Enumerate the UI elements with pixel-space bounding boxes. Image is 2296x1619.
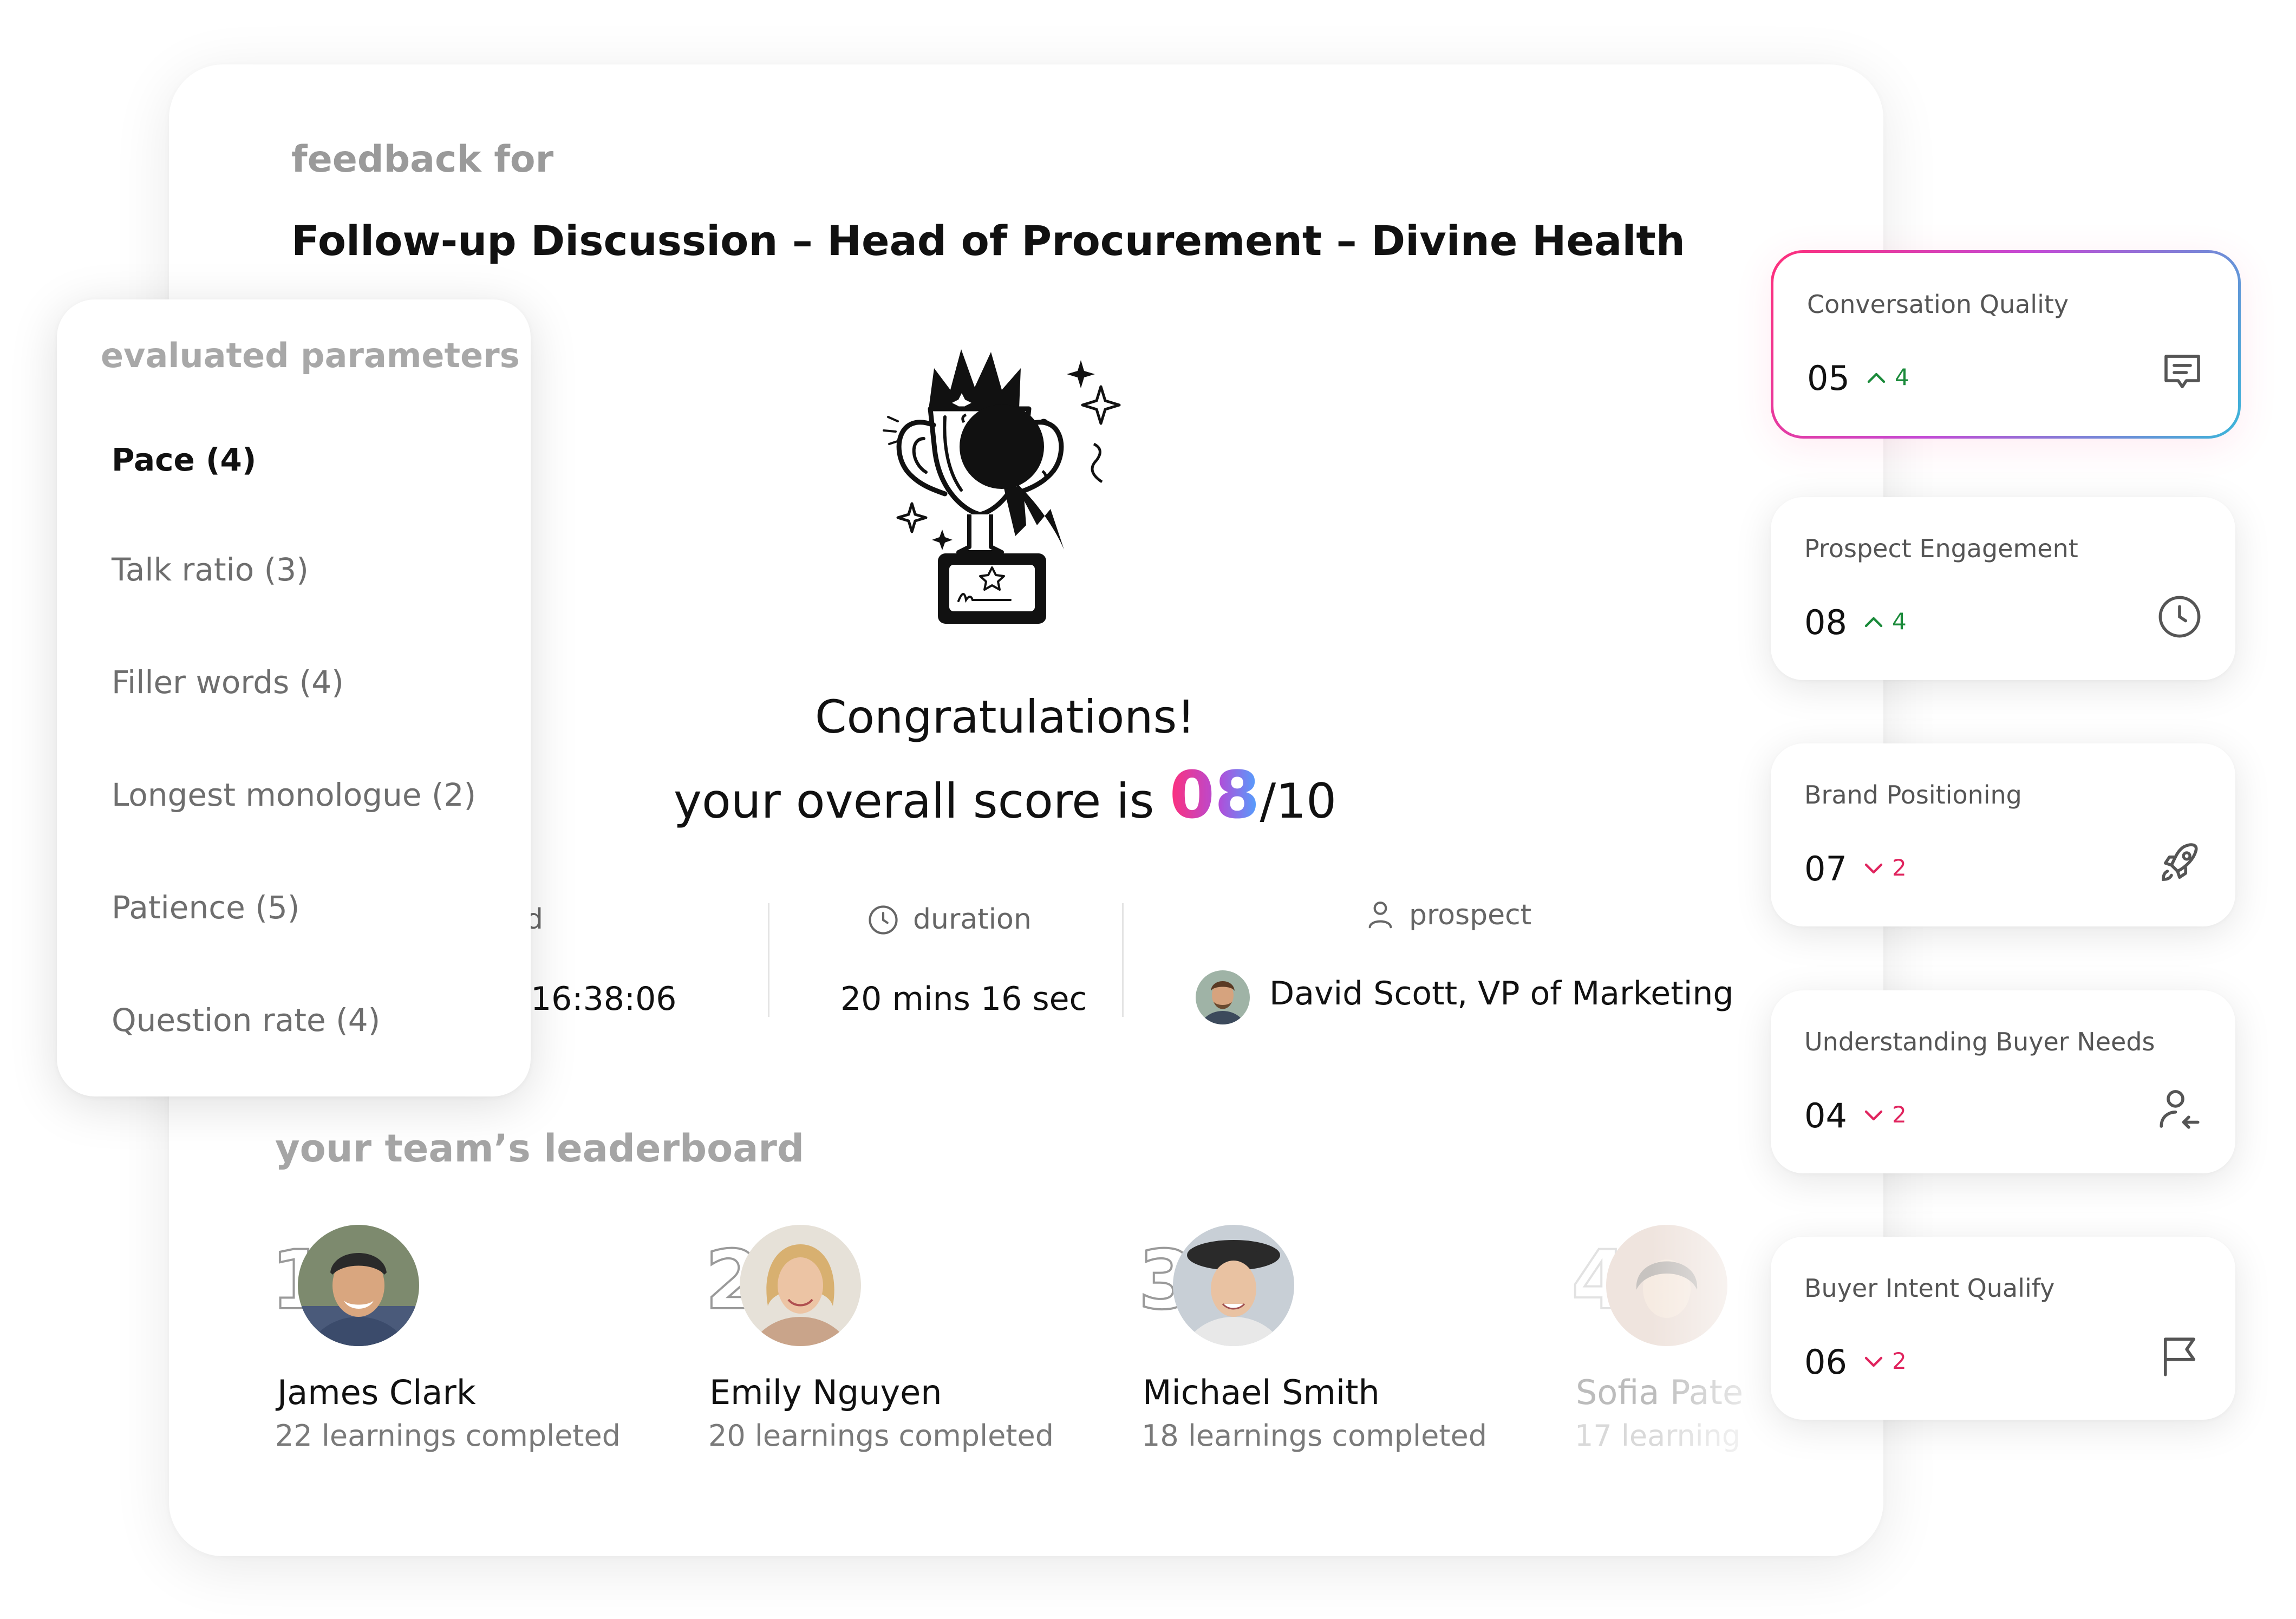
parameter-item-filler-words[interactable]: Filler words (4) bbox=[112, 664, 344, 701]
metric-card-conversation-quality[interactable]: Conversation Quality 05 4 bbox=[1771, 250, 2241, 439]
user-arrow-icon bbox=[2160, 1090, 2200, 1129]
metric-value: 08 bbox=[1804, 603, 1847, 642]
leaderboard-title: your team’s leaderboard bbox=[275, 1126, 805, 1171]
metric-change: 2 bbox=[1863, 1101, 1907, 1128]
parameter-item-question-rate[interactable]: Question rate (4) bbox=[112, 1002, 380, 1039]
prospect-value: David Scott, VP of Marketing bbox=[1269, 975, 1734, 1013]
chevron-down-icon bbox=[1864, 1356, 1883, 1367]
duration-label: duration bbox=[913, 903, 1032, 936]
metric-card-understanding-buyer-needs[interactable]: Understanding Buyer Needs 04 2 bbox=[1771, 990, 2235, 1173]
metric-value: 05 bbox=[1807, 358, 1850, 398]
chevron-up-icon bbox=[1864, 617, 1883, 627]
metric-value: 04 bbox=[1804, 1096, 1847, 1135]
metric-value: 06 bbox=[1804, 1342, 1847, 1382]
leaderboard-name[interactable]: James Clark bbox=[277, 1373, 476, 1412]
metric-card-brand-positioning[interactable]: Brand Positioning 07 2 bbox=[1771, 743, 2235, 926]
chevron-up-icon bbox=[1867, 373, 1886, 383]
rocket-icon bbox=[2162, 843, 2198, 881]
avatar bbox=[1196, 970, 1250, 1024]
metric-label: Brand Positioning bbox=[1804, 780, 2022, 810]
metric-change: 2 bbox=[1863, 854, 1907, 881]
metric-label: Conversation Quality bbox=[1807, 290, 2069, 319]
metric-label: Buyer Intent Qualify bbox=[1804, 1274, 2055, 1303]
metric-change: 4 bbox=[1863, 608, 1907, 635]
parameter-item-patience[interactable]: Patience (5) bbox=[112, 889, 299, 926]
avatar[interactable] bbox=[298, 1225, 419, 1346]
page-title: Follow-up Discussion – Head of Procureme… bbox=[291, 217, 1685, 265]
metric-change: 2 bbox=[1863, 1348, 1907, 1374]
user-icon bbox=[1368, 901, 1392, 929]
logged-value: 16:38:06 bbox=[531, 980, 677, 1018]
score-max: /10 bbox=[1260, 773, 1337, 829]
trophy-icon bbox=[883, 349, 1121, 624]
flag-icon bbox=[2163, 1337, 2196, 1376]
clock-icon bbox=[869, 905, 898, 935]
avatar[interactable] bbox=[740, 1225, 861, 1346]
metric-change: 4 bbox=[1866, 364, 1909, 390]
chevron-down-icon bbox=[1864, 863, 1883, 873]
score-prefix: your overall score is bbox=[673, 773, 1154, 829]
metric-card-prospect-engagement[interactable]: Prospect Engagement 08 4 bbox=[1771, 497, 2235, 680]
score-value: 08 bbox=[1169, 758, 1260, 833]
leaderboard-name[interactable]: Michael Smith bbox=[1143, 1373, 1380, 1412]
metric-label: Understanding Buyer Needs bbox=[1804, 1027, 2155, 1056]
metric-value: 07 bbox=[1804, 849, 1847, 889]
meta-divider bbox=[1122, 903, 1124, 1017]
leaderboard-name[interactable]: Emily Nguyen bbox=[709, 1373, 942, 1412]
metric-card-buyer-intent-qualify[interactable]: Buyer Intent Qualify 06 2 bbox=[1771, 1237, 2235, 1420]
chat-icon bbox=[2164, 355, 2200, 389]
metric-label: Prospect Engagement bbox=[1804, 534, 2078, 563]
leaderboard-learnings: 18 learnings completed bbox=[1142, 1419, 1487, 1453]
feedback-for-label: feedback for bbox=[291, 138, 554, 181]
parameter-item-longest-monologue[interactable]: Longest monologue (2) bbox=[112, 776, 476, 813]
clock-icon bbox=[2158, 596, 2201, 638]
prospect-label: prospect bbox=[1409, 899, 1532, 931]
leaderboard-learnings: 20 learnings completed bbox=[708, 1419, 1054, 1453]
parameter-item-talk-ratio[interactable]: Talk ratio (3) bbox=[112, 551, 309, 588]
parameters-title: evaluated parameters bbox=[101, 336, 520, 375]
chevron-down-icon bbox=[1864, 1110, 1883, 1120]
duration-value: 20 mins 16 sec bbox=[840, 980, 1087, 1018]
parameter-item-pace[interactable]: Pace (4) bbox=[112, 441, 256, 478]
meta-divider bbox=[768, 903, 769, 1017]
leaderboard-learnings: 22 learnings completed bbox=[275, 1419, 621, 1453]
avatar[interactable] bbox=[1173, 1225, 1294, 1346]
